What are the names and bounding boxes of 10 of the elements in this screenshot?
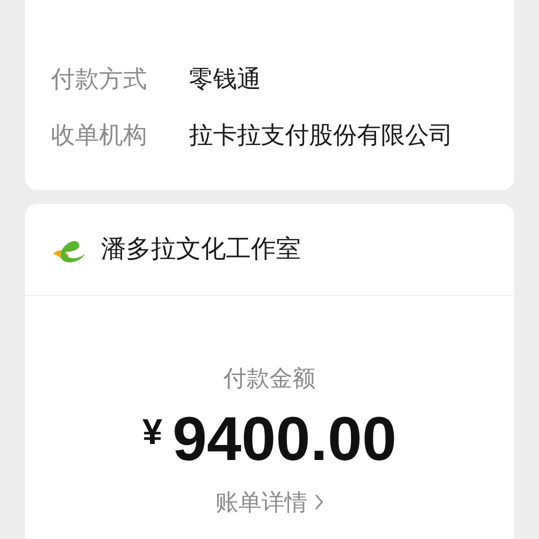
amount-label: 付款金额 [224, 364, 316, 393]
chevron-right-icon [314, 493, 324, 511]
field-value: 拉卡拉支付股份有限公司 [189, 121, 453, 151]
payment-amount: 9400.00 [172, 404, 397, 476]
bill-details-link[interactable]: 账单详情 [216, 486, 324, 518]
merchant-name: 潘多拉文化工作室 [101, 234, 301, 265]
field-label: 收单机构 [51, 121, 148, 151]
field-value: 零钱通 [189, 65, 261, 95]
field-label: 付款方式 [51, 65, 148, 95]
currency-symbol: ¥ [142, 412, 162, 452]
